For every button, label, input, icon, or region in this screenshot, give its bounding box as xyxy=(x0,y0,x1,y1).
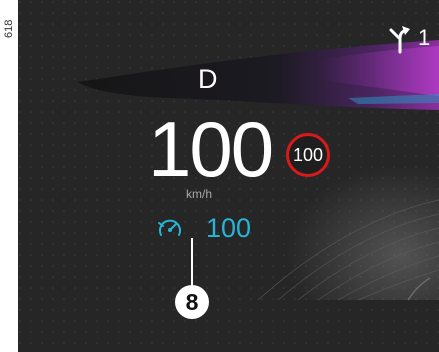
document-reference: 618 xyxy=(0,0,18,40)
cruise-set-speed: 100 xyxy=(206,213,252,243)
speedometer-icon xyxy=(158,219,181,236)
speed-limit-sign: 100 xyxy=(286,133,330,177)
head-up-display: D 1 100 km/h 100 100 8 xyxy=(18,0,439,352)
speed-unit: km/h xyxy=(186,187,213,201)
callout-number: 8 xyxy=(185,288,199,315)
speed-limit-value: 100 xyxy=(292,144,324,165)
document-reference-code: 618 xyxy=(3,19,15,38)
callout-badge: 8 xyxy=(175,285,209,319)
page: 618 D 1 100 km/h 100 100 8 xyxy=(0,0,439,352)
gear-indicator: D xyxy=(198,64,218,94)
callout-line xyxy=(191,238,193,286)
navigation-value: 1 xyxy=(418,25,431,50)
turn-right-arrow-icon xyxy=(389,26,410,54)
current-speed: 100 xyxy=(148,105,274,193)
